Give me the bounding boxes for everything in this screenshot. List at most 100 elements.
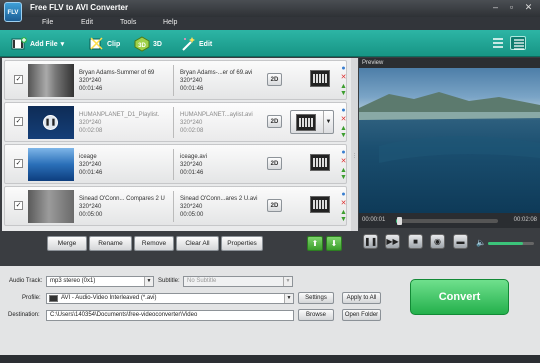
pause-icon[interactable]: ❚❚ — [363, 234, 378, 249]
close-icon[interactable]: ✕ — [522, 2, 535, 13]
source-resolution: 320*240 — [79, 120, 102, 126]
remove-button[interactable]: Remove — [134, 236, 174, 251]
file-row[interactable]: ✓ Bryan Adams-Summer of 69 320*240 00:01… — [4, 60, 347, 100]
rename-button[interactable]: Rename — [89, 236, 132, 251]
move-down-button[interactable]: ⬇ — [326, 236, 342, 251]
profile-select[interactable]: AVI - Audio-Video Interleaved (*.avi) ▼ — [46, 293, 294, 304]
delete-icon[interactable]: ✕ — [340, 200, 347, 207]
output-resolution: 320*240 — [180, 78, 203, 84]
audio-track-value: mp3 stereo (0x1) — [50, 278, 96, 284]
delete-icon[interactable]: ✕ — [340, 116, 347, 123]
profile-label: Profile: — [22, 295, 41, 301]
file-row[interactable]: ✓ ❚❚ HUMANPLANET_D1_Playlist. 320*240 00… — [4, 102, 347, 142]
output-format-icon — [296, 114, 316, 131]
add-file-button[interactable]: Add File ▾ — [11, 35, 64, 53]
status-bar — [0, 355, 540, 363]
snapshot-icon[interactable]: ◉ — [430, 234, 445, 249]
seek-handle[interactable] — [397, 217, 402, 225]
menu-help[interactable]: Help — [163, 19, 177, 26]
divider — [173, 65, 174, 96]
info-icon[interactable]: ● — [340, 65, 347, 72]
folder-icon[interactable]: ▬ — [453, 234, 468, 249]
delete-icon[interactable]: ✕ — [340, 74, 347, 81]
volume-slider[interactable] — [488, 242, 534, 245]
merge-button[interactable]: Merge — [47, 236, 87, 251]
info-icon[interactable]: ● — [340, 191, 347, 198]
seek-slider[interactable] — [396, 217, 498, 225]
destination-input[interactable]: C:\Users\140354\Documents\free-videoconv… — [46, 310, 294, 321]
maximize-icon[interactable]: ▫ — [505, 2, 518, 13]
move-up-icon[interactable]: ▲ — [340, 83, 347, 90]
3d-button[interactable]: 3D 3D — [134, 35, 162, 53]
destination-label: Destination: — [8, 312, 40, 318]
2d-3d-button[interactable]: 2D — [267, 115, 282, 128]
row-checkbox[interactable]: ✓ — [14, 75, 23, 84]
minimize-icon[interactable]: – — [489, 2, 502, 13]
dropdown-arrow-icon[interactable]: ▼ — [323, 111, 333, 133]
source-name: Bryan Adams-Summer of 69 — [79, 70, 155, 76]
browse-button[interactable]: Browse — [298, 309, 334, 321]
volume-icon[interactable]: 🔈 — [476, 238, 486, 247]
row-checkbox[interactable]: ✓ — [14, 159, 23, 168]
menu-tools[interactable]: Tools — [120, 19, 136, 26]
move-up-icon[interactable]: ▲ — [340, 125, 347, 132]
3d-icon: 3D — [134, 36, 150, 52]
clear-all-button[interactable]: Clear All — [176, 236, 219, 251]
audio-track-select[interactable]: mp3 stereo (0x1) ▼ — [46, 276, 154, 287]
menu-edit[interactable]: Edit — [81, 19, 93, 26]
move-down-icon[interactable]: ▼ — [340, 174, 347, 181]
source-name: Sinead O'Conn... Compares 2 U — [79, 196, 165, 202]
file-row[interactable]: ✓ iceage 320*240 00:01:46 iceage.avi 320… — [4, 144, 347, 184]
2d-3d-button[interactable]: 2D — [267, 73, 282, 86]
source-info: Sinead O'Conn... Compares 2 U 320*240 00… — [79, 195, 169, 219]
subtitle-value: No Subtitle — [187, 278, 217, 284]
fast-forward-icon[interactable]: ▶▶ — [385, 234, 400, 249]
info-icon[interactable]: ● — [340, 149, 347, 156]
menu-file[interactable]: File — [42, 19, 53, 26]
file-row[interactable]: ✓ Sinead O'Conn... Compares 2 U 320*240 … — [4, 186, 347, 226]
move-down-icon[interactable]: ▼ — [340, 216, 347, 223]
convert-button[interactable]: Convert — [410, 279, 509, 315]
stop-icon[interactable]: ■ — [408, 234, 423, 249]
output-duration: 00:05:00 — [180, 212, 204, 218]
output-format-icon[interactable] — [310, 154, 330, 171]
output-format-icon[interactable] — [310, 70, 330, 87]
properties-button[interactable]: Properties — [221, 236, 263, 251]
output-format-dropdown[interactable]: ▼ — [290, 110, 334, 134]
divider — [173, 149, 174, 180]
move-down-icon[interactable]: ▼ — [340, 132, 347, 139]
list-view-icon[interactable] — [490, 36, 506, 50]
info-icon[interactable]: ● — [340, 107, 347, 114]
edit-button[interactable]: Edit — [180, 35, 212, 53]
pause-icon[interactable]: ❚❚ — [43, 115, 58, 130]
output-info: Bryan Adams-...er of 69.avi 320*240 00:0… — [180, 69, 270, 93]
2d-3d-button[interactable]: 2D — [267, 157, 282, 170]
row-checkbox[interactable]: ✓ — [14, 117, 23, 126]
settings-button[interactable]: Settings — [298, 292, 334, 304]
clip-button[interactable]: Clip — [88, 35, 120, 53]
move-up-button[interactable]: ⬆ — [307, 236, 323, 251]
source-resolution: 320*240 — [79, 162, 102, 168]
move-up-icon[interactable]: ▲ — [340, 209, 347, 216]
apply-to-all-button[interactable]: Apply to All — [342, 292, 381, 304]
open-folder-button[interactable]: Open Folder — [342, 309, 381, 321]
source-duration: 00:01:46 — [79, 86, 103, 92]
move-up-icon[interactable]: ▲ — [340, 167, 347, 174]
detail-view-icon[interactable] — [510, 36, 526, 50]
output-duration: 00:01:46 — [180, 86, 204, 92]
row-checkbox[interactable]: ✓ — [14, 201, 23, 210]
file-list-scrollbar[interactable]: ⋮ — [351, 58, 358, 231]
profile-value: AVI - Audio-Video Interleaved (*.avi) — [61, 295, 157, 301]
2d-3d-button[interactable]: 2D — [267, 199, 282, 212]
delete-icon[interactable]: ✕ — [340, 158, 347, 165]
output-format-icon[interactable] — [310, 196, 330, 213]
dropdown-arrow-icon: ▼ — [144, 277, 153, 286]
dropdown-arrow-icon[interactable]: ▾ — [61, 40, 65, 48]
move-down-icon[interactable]: ▼ — [340, 90, 347, 97]
source-name: iceage — [79, 154, 97, 160]
output-name: HUMANPLANET...aylist.avi — [180, 112, 253, 118]
output-name: iceage.avi — [180, 154, 208, 160]
subtitle-select[interactable]: No Subtitle ▼ — [183, 276, 293, 287]
source-resolution: 320*240 — [79, 204, 102, 210]
app-window: FLV Free FLV to AVI Converter – ▫ ✕ File… — [0, 0, 540, 363]
